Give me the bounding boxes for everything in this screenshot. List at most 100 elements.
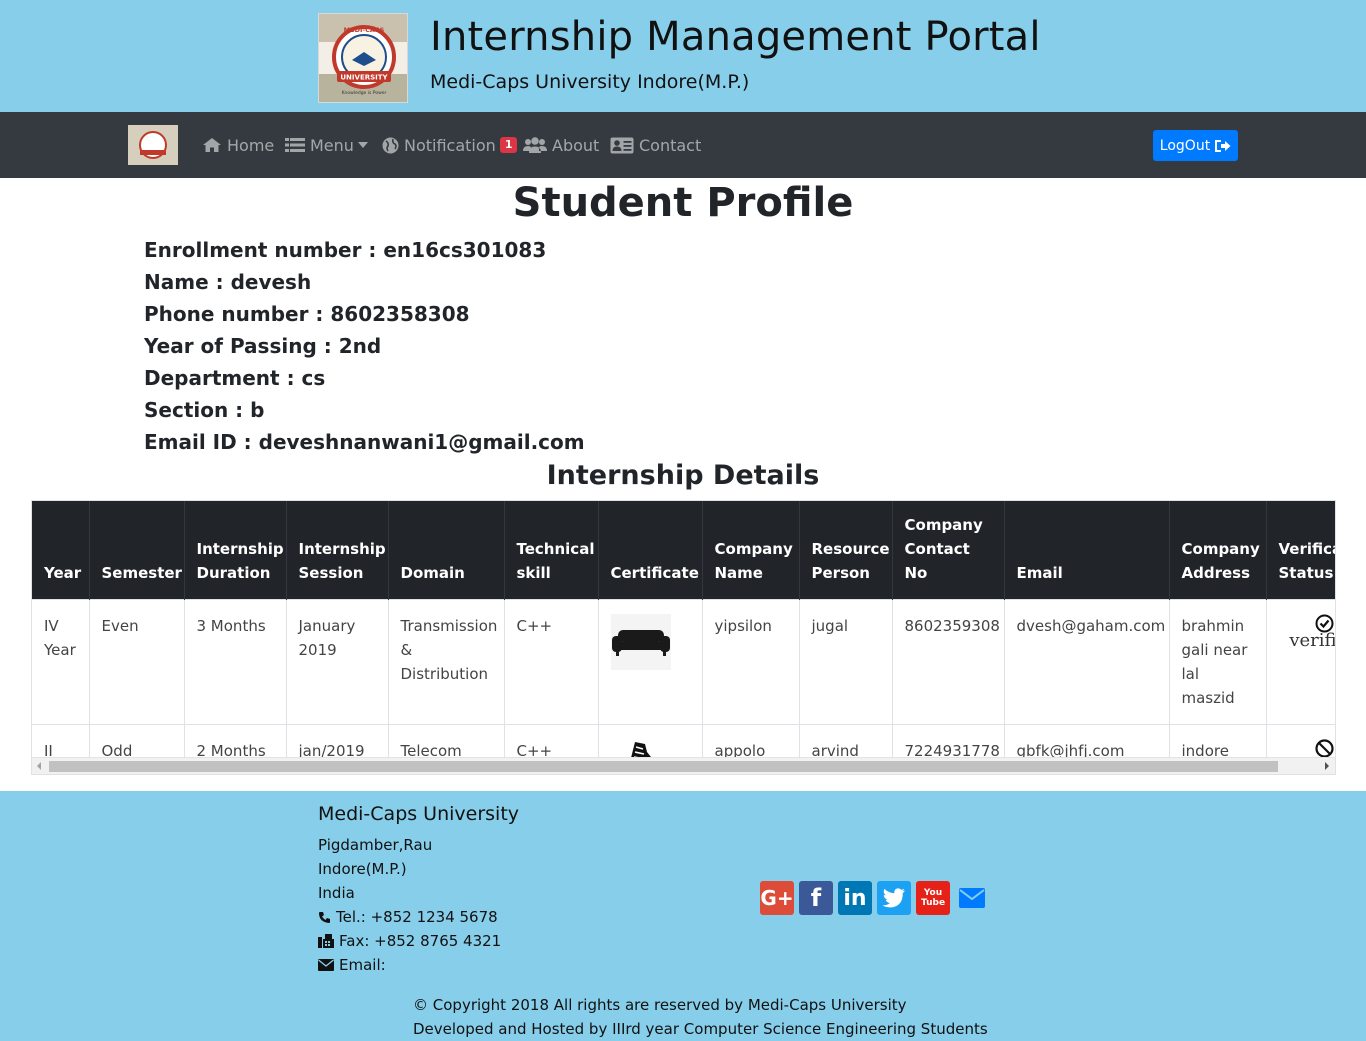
col-company-contact: Company Contact No: [892, 501, 1005, 600]
developed-by-text: Developed and Hosted by IIIrd year Compu…: [413, 1020, 988, 1038]
nav-notification[interactable]: Notification 1: [382, 134, 518, 156]
cell-certificate: [598, 599, 703, 725]
col-resource-person: Resource Person: [799, 501, 893, 600]
nav-menu-dropdown[interactable]: Menu: [285, 134, 374, 156]
col-year: Year: [32, 501, 90, 600]
navbar-logo[interactable]: [128, 125, 178, 165]
profile-name: Name : devesh: [144, 270, 312, 294]
twitter-bird-icon: [882, 888, 905, 908]
col-domain: Domain: [388, 501, 505, 600]
youtube-icon[interactable]: You Tube: [916, 881, 950, 915]
svg-text:Knowledge is Power: Knowledge is Power: [342, 90, 387, 96]
profile-email: Email ID : deveshnanwani1@gmail.com: [144, 430, 585, 454]
profile-department: Department : cs: [144, 366, 326, 390]
footer: Medi-Caps University Pigdamber,Rau Indor…: [0, 791, 1366, 1041]
verification-status-text: verified: [1289, 630, 1336, 651]
logout-button[interactable]: LogOut: [1153, 130, 1238, 161]
footer-email: Email:: [318, 956, 386, 974]
twitter-icon[interactable]: [877, 881, 911, 915]
notification-count-badge: 1: [499, 137, 518, 153]
footer-address-line: Pigdamber,Rau: [318, 836, 433, 854]
scrollbar-thumb[interactable]: [49, 761, 1278, 772]
sign-out-icon: [1215, 139, 1231, 152]
site-title: Internship Management Portal: [430, 14, 1041, 60]
profile-phone: Phone number : 8602358308: [144, 302, 470, 326]
footer-address-line: Indore(M.P.): [318, 860, 407, 878]
envelope-icon: [959, 888, 985, 908]
scroll-left-arrow[interactable]: [37, 762, 41, 770]
profile-enrollment: Enrollment number : en16cs301083: [144, 238, 547, 262]
cell-company-contact: 8602359308: [892, 599, 1005, 725]
footer-email-text: Email:: [339, 956, 386, 974]
cell-email: dvesh@gaham.com: [1004, 599, 1170, 725]
linkedin-label: in: [843, 885, 867, 911]
nav-menu-label: Menu: [310, 135, 354, 155]
nav-home-label: Home: [227, 135, 275, 155]
envelope-icon: [318, 959, 334, 971]
facebook-label: f: [810, 884, 822, 912]
cell-verification-status: verified: [1266, 599, 1336, 725]
social-links: G+ f in You Tube: [760, 881, 994, 915]
internship-table-container[interactable]: Year Semester Internship Duration Intern…: [31, 500, 1336, 775]
logout-label: LogOut: [1159, 137, 1211, 154]
navbar: Home Menu Notification 1 About Contact L…: [0, 112, 1366, 178]
cell-session: January 2019: [286, 599, 389, 725]
col-duration: Internship Duration: [184, 501, 287, 600]
list-icon: [285, 138, 305, 152]
cell-year: IV Year: [32, 599, 90, 725]
sofa-icon: [611, 630, 670, 656]
nav-contact[interactable]: Contact: [610, 134, 701, 156]
page-title: Student Profile: [512, 180, 854, 226]
nav-contact-label: Contact: [639, 135, 702, 155]
cell-resource-person: jugal: [799, 599, 893, 725]
col-company-name: Company Name: [702, 501, 800, 600]
internship-table: Year Semester Internship Duration Intern…: [32, 501, 1336, 774]
col-certificate: Certificate: [598, 501, 703, 600]
google-plus-icon[interactable]: G+: [760, 881, 794, 915]
footer-title: Medi-Caps University: [318, 803, 520, 825]
phone-icon: [319, 911, 330, 923]
globe-icon: [382, 137, 399, 153]
table-row: IV Year Even 3 Months January 2019 Trans…: [32, 599, 1336, 725]
nav-notification-label: Notification: [404, 135, 496, 155]
footer-fax-text: Fax: +852 8765 4321: [339, 932, 502, 950]
table-header-row: Year Semester Internship Duration Intern…: [32, 501, 1335, 600]
cell-domain: Transmission & Distribution: [388, 599, 505, 725]
site-subtitle: Medi-Caps University Indore(M.P.): [430, 71, 750, 93]
scroll-right-arrow[interactable]: [1325, 762, 1329, 770]
col-verification-status: Verification Status: [1266, 501, 1335, 600]
svg-text:MEDI-CAPS: MEDI-CAPS: [344, 26, 385, 34]
col-company-address: Company Address: [1169, 501, 1267, 600]
footer-tel: Tel.: +852 1234 5678: [318, 908, 498, 926]
nav-about[interactable]: About: [523, 134, 599, 156]
address-card-icon: [610, 137, 634, 153]
internship-details-title: Internship Details: [546, 460, 820, 491]
nav-home[interactable]: Home: [202, 134, 274, 156]
header-banner: UNIVERSITY MEDI-CAPS Knowledge is Power …: [0, 0, 1366, 112]
users-icon: [523, 137, 547, 153]
linkedin-icon[interactable]: in: [838, 881, 872, 915]
nav-about-label: About: [552, 135, 600, 155]
cell-company-address: brahmin gali near lal maszid: [1169, 599, 1267, 725]
cell-skill: C++: [504, 599, 599, 725]
caret-down-icon: [357, 142, 368, 148]
university-logo: UNIVERSITY MEDI-CAPS Knowledge is Power: [318, 13, 408, 103]
horizontal-scrollbar[interactable]: [32, 757, 1335, 774]
col-skill: Technical skill: [504, 501, 599, 600]
youtube-label: You Tube: [920, 888, 946, 908]
email-link-icon[interactable]: [955, 881, 989, 915]
profile-section: Section : b: [144, 398, 265, 422]
facebook-icon[interactable]: f: [799, 881, 833, 915]
profile-year: Year of Passing : 2nd: [144, 334, 382, 358]
col-session: Internship Session: [286, 501, 389, 600]
certificate-thumbnail[interactable]: [610, 614, 671, 670]
home-icon: [203, 138, 221, 152]
cell-duration: 3 Months: [184, 599, 287, 725]
cell-company-name: yipsilon: [702, 599, 800, 725]
fax-icon: [318, 934, 334, 948]
cell-semester: Even: [89, 599, 185, 725]
google-plus-label: G+: [760, 886, 794, 910]
copyright-text: © Copyright 2018 All rights are reserved…: [413, 996, 907, 1014]
footer-tel-text: Tel.: +852 1234 5678: [336, 908, 498, 926]
col-semester: Semester: [89, 501, 185, 600]
